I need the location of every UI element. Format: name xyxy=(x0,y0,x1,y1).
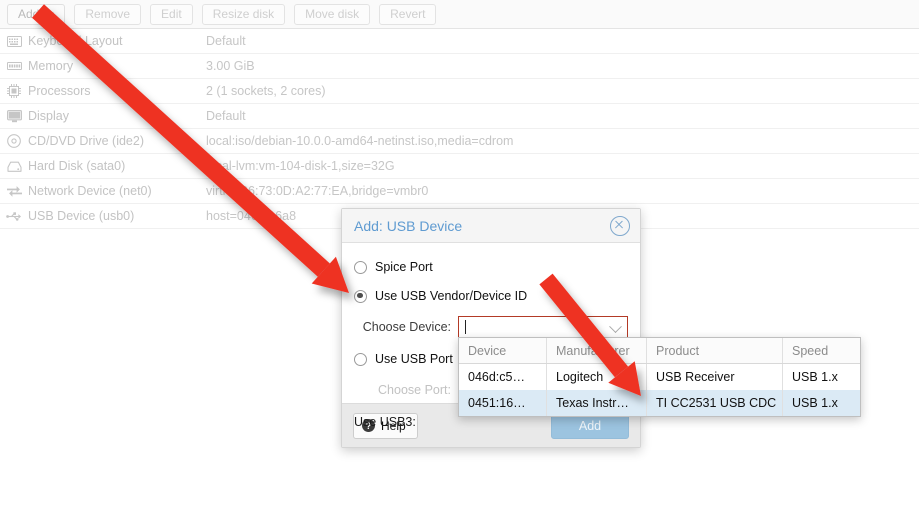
usb-device-dropdown: Device Manufacturer Product Speed 046d:c… xyxy=(458,337,861,417)
table-row[interactable]: Keyboard Layout Default xyxy=(0,29,919,54)
add-button[interactable]: Add xyxy=(7,3,66,25)
radio-label: Use USB Port xyxy=(375,352,453,366)
usb-icon xyxy=(0,211,28,222)
hardware-key: Memory xyxy=(28,59,74,73)
cell-product: TI CC2531 USB CDC xyxy=(647,390,783,416)
hardware-value: 2 (1 sockets, 2 cores) xyxy=(206,84,326,98)
keyboard-icon xyxy=(0,35,28,47)
dialog-title: Add: USB Device xyxy=(354,217,463,234)
hardware-key: Display xyxy=(28,109,69,123)
hardware-key: Network Device (net0) xyxy=(28,184,152,198)
move-disk-button-label: Move disk xyxy=(305,7,360,21)
move-disk-button[interactable]: Move disk xyxy=(294,3,371,25)
cell-manufacturer: Logitech xyxy=(547,364,647,390)
choose-device-label: Choose Device: xyxy=(362,320,451,334)
column-header-product[interactable]: Product xyxy=(647,338,783,363)
dropdown-row[interactable]: 046d:c5… Logitech USB Receiver USB 1.x xyxy=(459,364,860,390)
cpu-icon xyxy=(0,84,28,98)
radio-label: Spice Port xyxy=(375,260,433,274)
hardware-value: Default xyxy=(206,34,246,48)
resize-disk-button[interactable]: Resize disk xyxy=(201,3,286,25)
revert-button[interactable]: Revert xyxy=(379,3,437,25)
radio-icon-selected xyxy=(354,289,367,303)
column-header-speed[interactable]: Speed xyxy=(783,338,860,363)
use-usb3-label: Use USB3: xyxy=(354,415,416,429)
radio-icon xyxy=(354,352,367,366)
radio-label: Use USB Vendor/Device ID xyxy=(375,289,528,303)
hardware-value: virtio=B6:73:0D:A2:77:EA,bridge=vmbr0 xyxy=(206,184,429,198)
hardware-value: local:iso/debian-10.0.0-amd64-netinst.is… xyxy=(206,134,514,148)
hardware-key: Keyboard Layout xyxy=(28,34,123,48)
resize-disk-button-label: Resize disk xyxy=(212,7,275,21)
radio-option-vendor-device-id[interactable]: Use USB Vendor/Device ID xyxy=(354,286,628,306)
add-button-label: Add xyxy=(18,7,40,21)
display-icon xyxy=(0,109,28,123)
cell-speed: USB 1.x xyxy=(792,370,838,384)
hardware-key: Processors xyxy=(28,84,91,98)
radio-icon xyxy=(354,260,367,274)
remove-button[interactable]: Remove xyxy=(74,3,142,25)
harddisk-icon xyxy=(0,161,28,172)
remove-button-label: Remove xyxy=(85,7,131,21)
choose-device-row: Choose Device: xyxy=(354,315,628,339)
network-icon xyxy=(0,185,28,197)
column-header-device[interactable]: Device xyxy=(459,338,547,363)
hardware-value: Default xyxy=(206,109,246,123)
cell-manufacturer: Texas Instr… xyxy=(547,390,647,416)
hardware-toolbar: Add Remove Edit Resize disk Move disk Re… xyxy=(0,0,919,29)
table-row[interactable]: Display Default xyxy=(0,104,919,129)
hardware-key: Hard Disk (sata0) xyxy=(28,159,126,173)
chevron-down-icon xyxy=(46,12,55,16)
edit-button-label: Edit xyxy=(161,7,182,21)
choose-device-combobox[interactable] xyxy=(458,315,628,339)
table-row[interactable]: Network Device (net0) virtio=B6:73:0D:A2… xyxy=(0,179,919,204)
chevron-down-icon[interactable] xyxy=(609,319,622,333)
cell-device: 046d:c5… xyxy=(459,364,547,390)
cell-product: USB Receiver xyxy=(647,364,783,390)
cell-speed: USB 1.x xyxy=(792,396,838,410)
cell-device: 0451:16… xyxy=(459,390,547,416)
hardware-value: host=046d:16a8 xyxy=(206,209,297,223)
memory-icon xyxy=(0,61,28,71)
hardware-key: CD/DVD Drive (ide2) xyxy=(28,134,144,148)
hardware-key: USB Device (usb0) xyxy=(28,209,135,223)
table-row[interactable]: Memory 3.00 GiB xyxy=(0,54,919,79)
edit-button[interactable]: Edit xyxy=(150,3,193,25)
text-cursor xyxy=(465,320,466,334)
hardware-list: Keyboard Layout Default Memory 3.00 GiB … xyxy=(0,29,919,229)
choose-port-label: Choose Port: xyxy=(378,383,451,397)
cdrom-icon xyxy=(0,134,28,148)
hardware-value: 3.00 GiB xyxy=(206,59,255,73)
hardware-value: local-lvm:vm-104-disk-1,size=32G xyxy=(206,159,395,173)
dropdown-header-row: Device Manufacturer Product Speed xyxy=(459,338,860,364)
close-circle-icon[interactable] xyxy=(610,215,630,236)
table-row[interactable]: Processors 2 (1 sockets, 2 cores) xyxy=(0,79,919,104)
column-header-manufacturer[interactable]: Manufacturer xyxy=(547,338,647,363)
revert-button-label: Revert xyxy=(390,7,426,21)
dropdown-row-selected[interactable]: 0451:16… Texas Instr… TI CC2531 USB CDC … xyxy=(459,390,860,416)
radio-option-spice-port[interactable]: Spice Port xyxy=(354,257,628,277)
dialog-header: Add: USB Device xyxy=(342,209,640,243)
table-row[interactable]: Hard Disk (sata0) local-lvm:vm-104-disk-… xyxy=(0,154,919,179)
table-row[interactable]: CD/DVD Drive (ide2) local:iso/debian-10.… xyxy=(0,129,919,154)
